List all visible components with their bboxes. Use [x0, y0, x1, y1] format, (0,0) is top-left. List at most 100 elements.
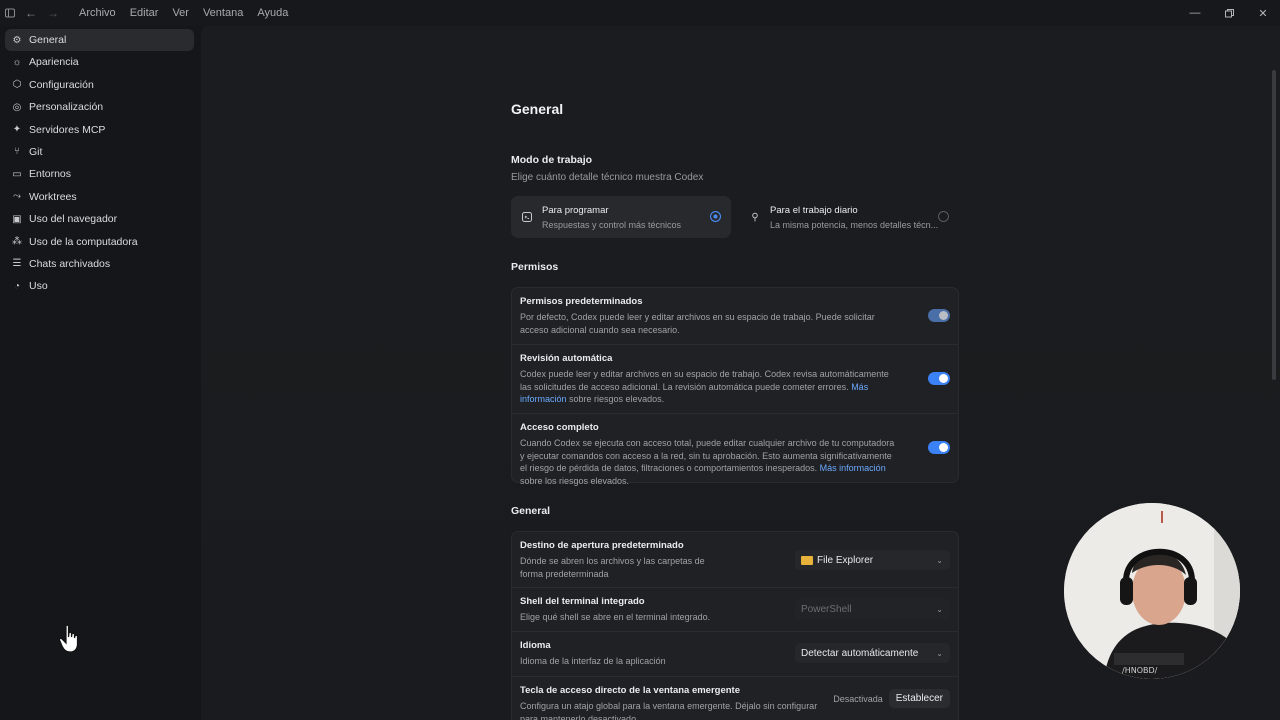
- settings-icon: ⬡: [12, 79, 22, 91]
- sidebar-item-git[interactable]: ⑂ Git: [5, 141, 194, 163]
- sidebar-item-label: Apariencia: [29, 56, 79, 69]
- sidebar-item-uso-navegador[interactable]: ▣ Uso del navegador: [5, 208, 194, 230]
- sidebar-item-uso-computadora[interactable]: ⁂ Uso de la computadora: [5, 231, 194, 253]
- radio-unselected[interactable]: [938, 211, 949, 222]
- sun-icon: ☼: [12, 56, 22, 68]
- sidebar-item-label: Worktrees: [29, 190, 77, 203]
- presenter-video-icon: /HNOBD/: [1064, 503, 1240, 679]
- select-value: PowerShell: [801, 603, 852, 615]
- close-icon[interactable]: ✕: [1246, 0, 1280, 26]
- sidebar-item-servidores-mcp[interactable]: ✦ Servidores MCP: [5, 119, 194, 141]
- menu-ayuda[interactable]: Ayuda: [250, 7, 295, 19]
- sidebar-item-label: General: [29, 34, 67, 46]
- sidebar-item-personalizacion[interactable]: ◎ Personalización: [5, 96, 194, 118]
- chevron-down-icon: ⌄: [936, 648, 943, 658]
- sidebar-item-label: Personalización: [29, 101, 104, 114]
- menu-archivo[interactable]: Archivo: [72, 7, 123, 19]
- svg-text:/HNOBD/: /HNOBD/: [1122, 666, 1158, 675]
- set-hotkey-button[interactable]: Establecer: [888, 689, 950, 708]
- sidebar-toggle-icon[interactable]: [0, 0, 20, 26]
- permission-row-auto-review: Revisión automática Codex puede leer y e…: [512, 345, 958, 414]
- gear-icon: ⚙: [12, 34, 22, 46]
- permission-title: Acceso completo: [520, 422, 599, 433]
- menu-editar[interactable]: Editar: [123, 7, 166, 19]
- minimize-icon[interactable]: —: [1178, 0, 1212, 26]
- back-arrow-icon[interactable]: ←: [20, 0, 42, 26]
- general-row-shell: Shell del terminal integrado Elige qué s…: [512, 588, 958, 632]
- sidebar-item-label: Entornos: [29, 168, 72, 181]
- sidebar-item-worktrees[interactable]: ⤳ Worktrees: [5, 186, 194, 208]
- archive-icon: ☰: [12, 258, 22, 270]
- select-value: Detectar automáticamente: [801, 647, 919, 659]
- menu-ventana[interactable]: Ventana: [196, 7, 250, 19]
- worktree-icon: ⤳: [13, 191, 21, 203]
- sidebar-item-general[interactable]: ⚙ General: [5, 29, 194, 51]
- language-select[interactable]: Detectar automáticamente ⌄: [795, 643, 950, 663]
- permission-row-full-access: Acceso completo Cuando Codex se ejecuta …: [512, 414, 958, 486]
- mcp-icon: ✦: [12, 124, 22, 136]
- chevron-down-icon: ⌄: [936, 555, 943, 565]
- forward-arrow-icon[interactable]: →: [42, 0, 64, 26]
- mode-option-programar[interactable]: Para programar Respuestas y control más …: [511, 196, 731, 238]
- chevron-down-icon: ⌄: [936, 604, 943, 614]
- sidebar-item-uso[interactable]: ◔ Uso: [5, 275, 194, 297]
- code-icon: [521, 211, 533, 223]
- sidebar: ⚙ General ☼ Apariencia ⬡ Configuración ◎…: [0, 26, 200, 720]
- git-branch-icon: ⑂: [14, 146, 20, 158]
- desc-text: sobre los riesgos elevados.: [520, 475, 630, 486]
- link-icon: ⚲: [751, 211, 759, 223]
- sidebar-item-label: Uso de la computadora: [29, 235, 138, 248]
- desc-text: sobre riesgos elevados.: [566, 394, 665, 404]
- permission-title: Permisos predeterminados: [520, 296, 643, 307]
- shell-select[interactable]: PowerShell ⌄: [795, 599, 950, 619]
- general-panel: Destino de apertura predeterminado Dónde…: [511, 531, 959, 720]
- sidebar-item-label: Servidores MCP: [29, 123, 106, 136]
- folder-icon: [801, 555, 813, 565]
- general-row-open-target: Destino de apertura predeterminado Dónde…: [512, 532, 958, 588]
- mode-option-title: Para el trabajo diario: [770, 204, 858, 216]
- general-row-language: Idioma Idioma de la interfaz de la aplic…: [512, 632, 958, 677]
- auto-review-toggle[interactable]: [928, 372, 950, 385]
- more-info-link[interactable]: Más información: [820, 463, 886, 473]
- work-mode-title: Modo de trabajo: [511, 154, 593, 166]
- full-access-toggle[interactable]: [928, 441, 950, 454]
- sidebar-item-configuracion[interactable]: ⬡ Configuración: [5, 74, 194, 96]
- sidebar-item-label: Git: [29, 145, 43, 158]
- environment-icon: ▭: [12, 168, 22, 180]
- permission-row-default: Permisos predeterminados Por defecto, Co…: [512, 288, 958, 345]
- desc-text: Codex puede leer y editar archivos en su…: [520, 369, 889, 392]
- sidebar-item-label: Uso del navegador: [29, 213, 118, 226]
- radio-selected[interactable]: [710, 211, 721, 222]
- sidebar-item-chats-archivados[interactable]: ☰ Chats archivados: [5, 253, 194, 275]
- select-value: File Explorer: [817, 554, 874, 566]
- permission-desc: Cuando Codex se ejecuta con acceso total…: [520, 437, 900, 487]
- sidebar-item-apariencia[interactable]: ☼ Apariencia: [5, 51, 194, 73]
- scrollbar[interactable]: [1272, 70, 1276, 380]
- computer-icon: ⁂: [12, 236, 22, 248]
- work-mode-subtitle: Elige cuánto detalle técnico muestra Cod…: [511, 172, 704, 183]
- restore-icon[interactable]: [1212, 0, 1246, 26]
- webcam-overlay: /HNOBD/: [1064, 503, 1240, 679]
- setting-desc: Dónde se abren los archivos y las carpet…: [520, 556, 705, 579]
- general-section-title: General: [511, 505, 551, 517]
- page-title: General: [511, 101, 564, 117]
- sidebar-item-label: Chats archivados: [29, 257, 111, 270]
- permissions-title: Permisos: [511, 261, 559, 273]
- permission-desc: Codex puede leer y editar archivos en su…: [520, 368, 900, 406]
- permission-desc: Por defecto, Codex puede leer y editar a…: [520, 312, 875, 335]
- sidebar-item-label: Configuración: [29, 78, 94, 91]
- hand-cursor-icon: [58, 624, 79, 653]
- mode-option-desc: Respuestas y control más técnicos: [542, 219, 682, 230]
- hotkey-control: Desactivada Establecer: [833, 689, 950, 708]
- mode-option-trabajo-diario[interactable]: ⚲ Para el trabajo diario La misma potenc…: [739, 196, 959, 238]
- permission-title: Revisión automática: [520, 353, 613, 364]
- permissions-default-toggle[interactable]: [928, 309, 950, 322]
- title-bar: ← → Archivo Editar Ver Ventana Ayuda — ✕: [0, 0, 1280, 26]
- setting-desc: Configura un atajo global para la ventan…: [520, 701, 818, 720]
- hotkey-status: Desactivada: [833, 693, 883, 704]
- open-target-select[interactable]: File Explorer ⌄: [795, 550, 950, 570]
- sidebar-item-entornos[interactable]: ▭ Entornos: [5, 163, 194, 185]
- general-row-hotkey: Tecla de acceso directo de la ventana em…: [512, 677, 958, 720]
- menu-bar: Archivo Editar Ver Ventana Ayuda: [72, 7, 295, 19]
- menu-ver[interactable]: Ver: [165, 7, 196, 19]
